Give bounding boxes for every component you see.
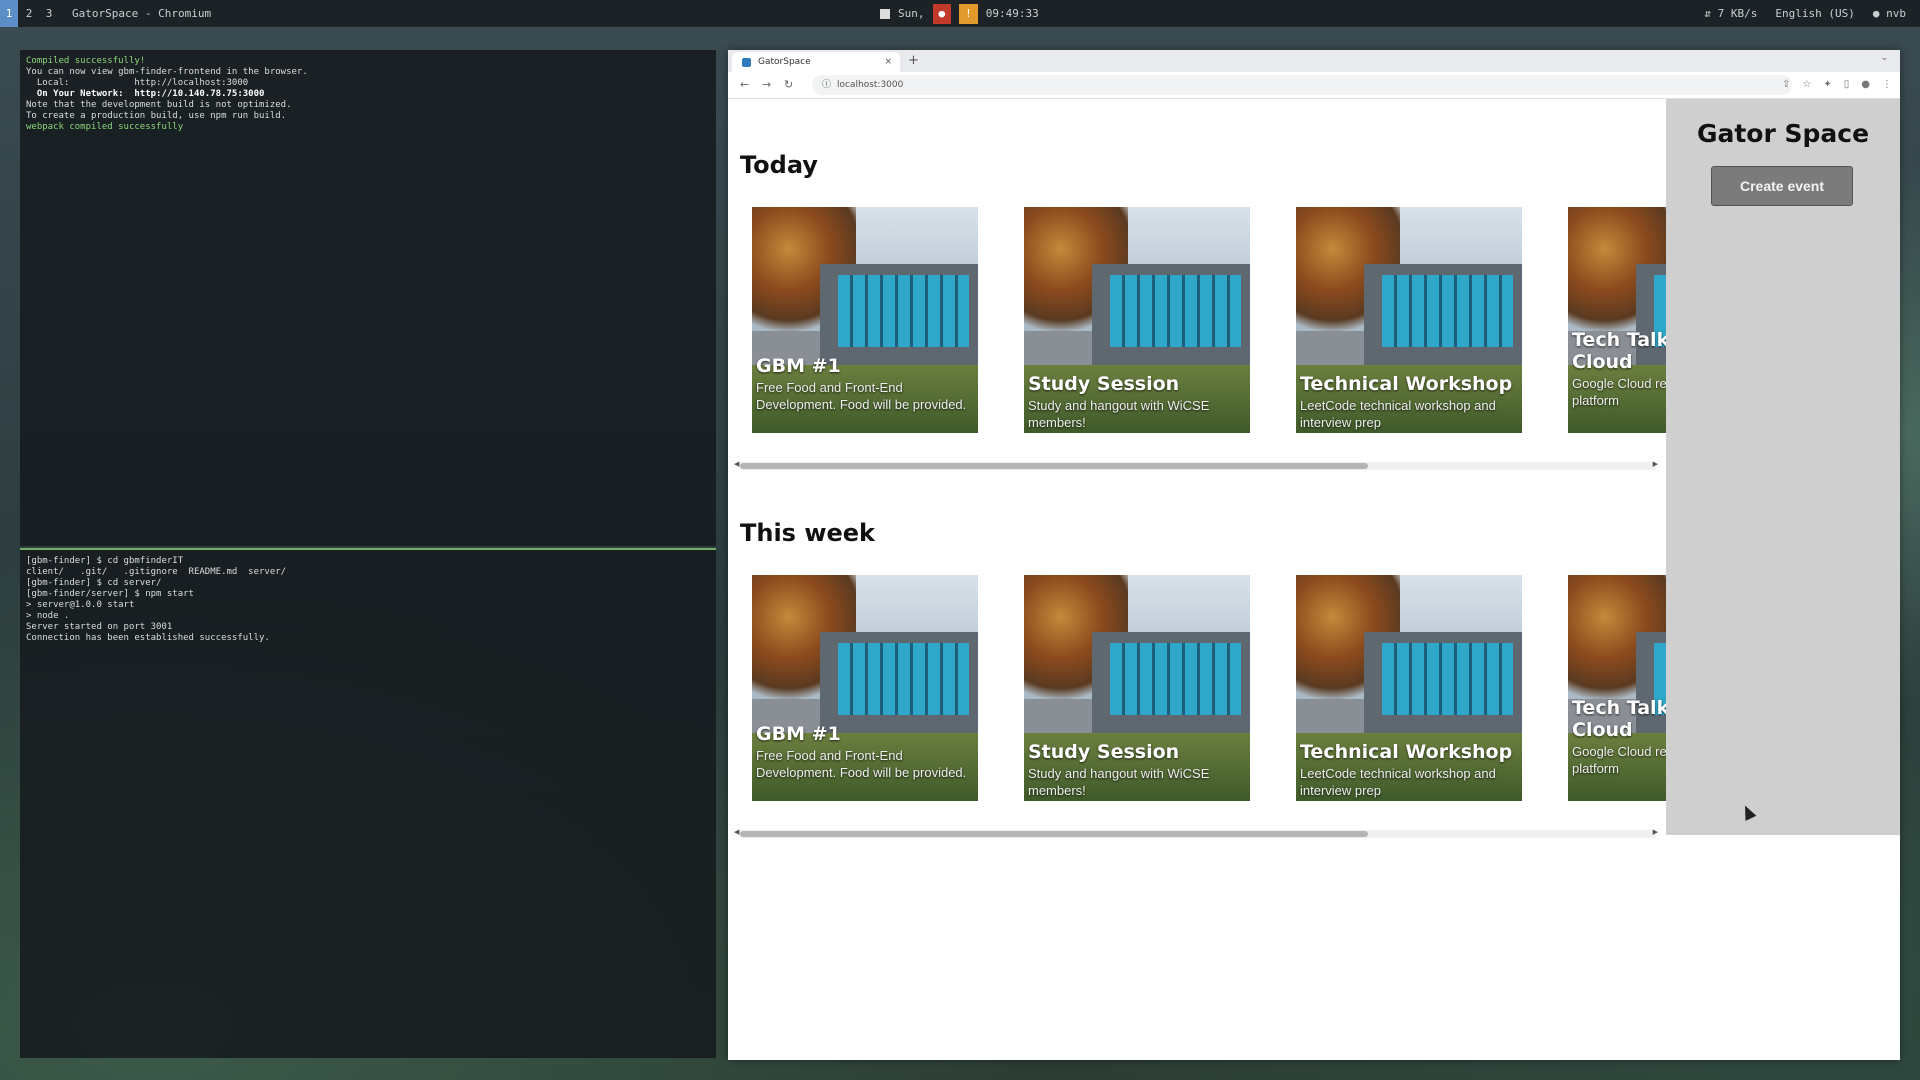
site-info-icon[interactable]: ⓘ — [822, 80, 831, 90]
indicator-icon: ! — [959, 3, 978, 24]
event-card[interactable]: Study Session Study and hangout with WiCS… — [1024, 575, 1250, 801]
event-card[interactable]: Study Session Study and hangout with WiCS… — [1024, 207, 1250, 433]
terminal-line: Server started on port 3001 — [26, 622, 173, 632]
tab-title: GatorSpace — [758, 57, 811, 67]
browser-toolbar: ← → ↻ ⓘ localhost:3000 ⇪ ☆ ✦ ▯ ● ⋮ — [728, 72, 1900, 99]
workspace-2[interactable]: 2 — [20, 0, 38, 27]
terminal-line: Note that the development build is not o… — [26, 100, 292, 110]
section-title-this-week: This week — [740, 519, 876, 547]
toolbar-icons: ⇪ ☆ ✦ ▯ ● ⋮ — [1782, 72, 1892, 98]
events-row-today[interactable]: GBM #1 Free Food and Front-End Developmen… — [752, 207, 1666, 433]
event-card[interactable]: Technical Workshop LeetCode technical wor… — [1296, 575, 1522, 801]
event-card[interactable]: GBM #1 Free Food and Front-End Developmen… — [752, 207, 978, 433]
calendar-icon — [880, 8, 890, 19]
record-icon[interactable]: ● — [932, 3, 952, 24]
event-card[interactable]: GBM #1 Free Food and Front-End Developmen… — [752, 575, 978, 801]
event-description: LeetCode technical workshop and intervie… — [1300, 766, 1496, 798]
terminal-server[interactable]: [gbm-finder] $ cd gbmfinderIT client/ .gi… — [20, 548, 716, 1058]
reload-icon[interactable]: ↻ — [784, 72, 793, 98]
user-menu[interactable]: ● nvb — [1873, 0, 1906, 27]
events-row-this-week[interactable]: GBM #1 Free Food and Front-End Developmen… — [752, 575, 1666, 801]
browser-window: GatorSpace × + ⌄ ← → ↻ ⓘ localhost:3000 ⇪… — [728, 50, 1900, 1060]
event-card[interactable]: Tech Talk: Google CloudGoogle Cloud resu… — [1568, 575, 1666, 801]
terminal-line: [gbm-finder/server] $ npm start — [26, 589, 194, 599]
sidebar: Gator Space Create event — [1666, 99, 1900, 835]
event-title: Study Session — [1028, 741, 1180, 763]
terminal-line: Connection has been established successf… — [26, 633, 270, 643]
terminal-line: > node . — [26, 611, 70, 621]
event-description: Free Food and Front-End Development. Foo… — [756, 380, 967, 412]
workspace-3[interactable]: 3 — [40, 0, 58, 27]
event-title: Technical Workshop — [1300, 741, 1513, 763]
app-title: Gator Space — [1696, 119, 1870, 148]
terminal-frontend[interactable]: Compiled successfully! You can now view g… — [20, 50, 716, 546]
event-description: Study and hangout with WiCSE members! — [1028, 398, 1210, 430]
create-event-button[interactable]: Create event — [1711, 166, 1853, 206]
tab-gatorspace[interactable]: GatorSpace × — [732, 52, 900, 72]
scrollbar-this-week[interactable]: ◀ ▶ — [734, 828, 1658, 838]
tab-search-icon[interactable]: ⌄ — [1880, 53, 1888, 63]
back-icon[interactable]: ← — [740, 72, 749, 98]
favicon-icon — [742, 58, 751, 67]
event-description: Google Cloud resume tips, cloud platform — [1572, 376, 1666, 408]
scroll-left-icon[interactable]: ◀ — [734, 460, 739, 468]
section-title-today: Today — [740, 151, 818, 179]
scroll-left-icon[interactable]: ◀ — [734, 828, 739, 836]
workspace-1[interactable]: 1 — [0, 0, 18, 27]
event-title: Technical Workshop — [1300, 373, 1513, 395]
window-title: GatorSpace - Chromium — [72, 7, 212, 20]
event-description: LeetCode technical workshop and intervie… — [1300, 398, 1496, 430]
event-description: Study and hangout with WiCSE members! — [1028, 766, 1210, 798]
page-content: Today GBM #1 Free Food and Front-End Deve… — [728, 99, 1900, 1060]
event-card[interactable]: Tech Talk: Google CloudGoogle Cloud resu… — [1568, 207, 1666, 433]
time-label: 09:49:33 — [985, 7, 1039, 20]
forward-icon[interactable]: → — [762, 72, 771, 98]
scrollbar-today[interactable]: ◀ ▶ — [734, 460, 1658, 470]
terminal-line: Local: http://localhost:3000 — [26, 78, 249, 88]
side-panel-icon[interactable]: ▯ — [1844, 72, 1850, 98]
events-main: Today GBM #1 Free Food and Front-End Deve… — [728, 99, 1666, 899]
menu-kebab-icon[interactable]: ⋮ — [1882, 72, 1892, 98]
date-label: Sun, — [898, 7, 925, 20]
terminal-line: Compiled successfully! — [26, 56, 146, 66]
extensions-icon[interactable]: ✦ — [1823, 72, 1831, 98]
event-title: Tech Talk: Google Cloud — [1572, 697, 1666, 741]
tray: ⇵ 7 KB/s English (US) ● nvb — [1704, 0, 1906, 27]
share-icon[interactable]: ⇪ — [1782, 72, 1790, 98]
event-title: Tech Talk: Google Cloud — [1572, 329, 1666, 373]
terminal-line: client/ .git/ .gitignore README.md serve… — [26, 567, 287, 577]
url-text: localhost:3000 — [837, 80, 904, 90]
tab-strip: GatorSpace × + ⌄ — [728, 50, 1900, 72]
event-title: GBM #1 — [756, 355, 841, 377]
bookmark-star-icon[interactable]: ☆ — [1802, 72, 1811, 98]
new-tab-button[interactable]: + — [908, 52, 919, 70]
event-description: Free Food and Front-End Development. Foo… — [756, 748, 967, 780]
event-description: Google Cloud resume tips, cloud platform — [1572, 744, 1666, 776]
scroll-right-icon[interactable]: ▶ — [1653, 828, 1658, 836]
terminal-line: [gbm-finder] $ cd server/ — [26, 578, 162, 588]
profile-icon[interactable]: ● — [1861, 72, 1870, 98]
terminal-line: [gbm-finder] $ cd gbmfinderIT — [26, 556, 184, 566]
terminal-line: You can now view gbm-finder-frontend in … — [26, 67, 308, 77]
event-card[interactable]: Technical Workshop LeetCode technical wor… — [1296, 207, 1522, 433]
terminal-line: On Your Network: http://10.140.78.75:300… — [26, 89, 265, 99]
scroll-right-icon[interactable]: ▶ — [1653, 460, 1658, 468]
event-title: Study Session — [1028, 373, 1180, 395]
terminal-line: webpack compiled successfully — [26, 122, 184, 132]
address-bar[interactable]: ⓘ localhost:3000 — [812, 75, 1792, 95]
scroll-thumb[interactable] — [740, 463, 1368, 469]
clock-area: Sun, ● ! 09:49:33 — [880, 0, 1039, 27]
keyboard-layout[interactable]: English (US) — [1775, 0, 1854, 27]
system-topbar: 1 2 3 GatorSpace - Chromium Sun, ● ! 09:… — [0, 0, 1920, 27]
close-tab-icon[interactable]: × — [884, 52, 892, 72]
terminal-line: > server@1.0.0 start — [26, 600, 135, 610]
event-title: GBM #1 — [756, 723, 841, 745]
scroll-thumb[interactable] — [740, 831, 1368, 837]
net-speed: ⇵ 7 KB/s — [1704, 7, 1758, 20]
terminal-line: To create a production build, use npm ru… — [26, 111, 287, 121]
